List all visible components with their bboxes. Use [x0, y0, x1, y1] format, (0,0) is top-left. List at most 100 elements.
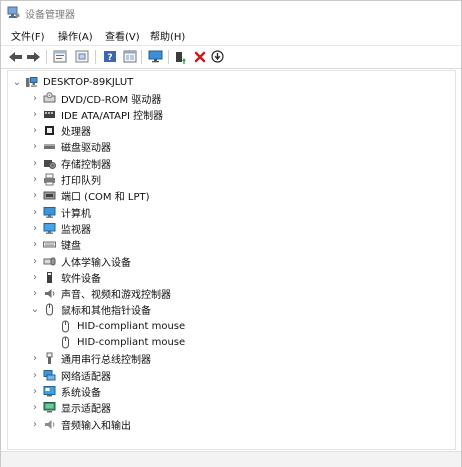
tree-category-item[interactable]: › 人体学输入设备: [30, 253, 131, 269]
view-icon[interactable]: [121, 48, 138, 65]
tree-category-item[interactable]: › 键盘: [30, 237, 81, 253]
tree-category-item[interactable]: › DVD/CD-ROM 驱动器: [30, 90, 161, 106]
expand-chevron-icon[interactable]: ›: [30, 351, 40, 367]
toolbar-separator: [168, 50, 169, 64]
usb-icon: [43, 352, 56, 365]
mouse-device-icon: [59, 336, 72, 349]
tree-category-label: IDE ATA/ATAPI 控制器: [61, 110, 164, 122]
expand-chevron-icon[interactable]: ›: [30, 253, 40, 269]
tree-category-label: 处理器: [61, 127, 91, 139]
keyboard-icon: [43, 238, 56, 251]
expand-chevron-icon[interactable]: ›: [30, 383, 40, 399]
expand-chevron-icon[interactable]: ›: [30, 204, 40, 220]
tree-category-item[interactable]: › 声音、视频和游戏控制器: [30, 286, 171, 302]
expand-chevron-icon[interactable]: ›: [30, 123, 40, 139]
expand-chevron-icon[interactable]: ›: [30, 416, 40, 432]
audio-io-icon: [43, 418, 56, 431]
menu-view[interactable]: 查看(V): [105, 28, 140, 43]
menu-action[interactable]: 操作(A): [58, 28, 93, 43]
tree-root-label: DESKTOP-89KJLUT: [43, 76, 134, 88]
tree-category-item[interactable]: › 处理器: [30, 123, 91, 139]
uninstall-icon[interactable]: [191, 48, 208, 65]
tree-category-label: 鼠标和其他指针设备: [61, 306, 151, 318]
tree-category-label: 软件设备: [61, 273, 101, 285]
collapse-chevron-icon[interactable]: ⌄: [12, 74, 22, 90]
tree-category-item[interactable]: › 监视器: [30, 220, 91, 236]
tree-category-label: 声音、视频和游戏控制器: [61, 290, 171, 302]
expand-chevron-icon[interactable]: ›: [30, 155, 40, 171]
expand-chevron-icon[interactable]: ›: [30, 188, 40, 204]
toolbar-separator: [46, 50, 47, 64]
storage-controller-icon: [43, 157, 56, 170]
tree-device-label: HID-compliant mouse: [77, 337, 186, 348]
tree-category-item[interactable]: › 音频输入和输出: [30, 416, 131, 432]
expand-chevron-icon[interactable]: ›: [30, 269, 40, 285]
tree-category-item[interactable]: › IDE ATA/ATAPI 控制器: [30, 106, 163, 122]
show-hidden-icon[interactable]: [73, 48, 90, 65]
expand-chevron-icon[interactable]: ›: [30, 367, 40, 383]
tree-category-label: 存储控制器: [61, 159, 111, 171]
monitor-icon: [43, 222, 56, 235]
mouse-device-icon: [59, 320, 72, 333]
tree-category-item[interactable]: › 网络适配器: [30, 367, 111, 383]
tree-category-item[interactable]: › 通用串行总线控制器: [30, 351, 151, 367]
tree-category-label: 网络适配器: [61, 371, 111, 383]
menu-file[interactable]: 文件(F): [11, 28, 45, 43]
tree-category-item[interactable]: › 显示适配器: [30, 400, 111, 416]
tree-device-item[interactable]: HID-compliant mouse: [56, 335, 185, 351]
tree-category-item[interactable]: › 软件设备: [30, 269, 101, 285]
expand-chevron-icon[interactable]: ›: [30, 172, 40, 188]
back-icon[interactable]: [7, 48, 24, 65]
expand-chevron-icon[interactable]: ›: [30, 139, 40, 155]
expand-chevron-icon[interactable]: ›: [30, 286, 40, 302]
dvd-drive-icon: [43, 91, 56, 105]
tree-category-item[interactable]: › 存储控制器: [30, 155, 111, 171]
hid-icon: [43, 255, 56, 268]
tree-root[interactable]: ⌄ DESKTOP-89KJLUT: [12, 74, 133, 90]
tree-category-item[interactable]: › 磁盘驱动器: [30, 139, 111, 155]
device-manager-window: 设备管理器 文件(F) 操作(A) 查看(V) 帮助(H) ? ⌄ DESKTO…: [0, 0, 462, 467]
svg-text:?: ?: [107, 53, 112, 63]
tree-category-item[interactable]: › 打印队列: [30, 172, 101, 188]
tree-category-label: 显示适配器: [61, 404, 111, 416]
ide-controller-icon: [43, 108, 56, 121]
tree-category-label: 端口 (COM 和 LPT): [61, 192, 150, 204]
tree-category-item[interactable]: ⌄ 鼠标和其他指针设备: [30, 302, 151, 318]
tree-category-label: 磁盘驱动器: [61, 143, 111, 155]
tree-category-item[interactable]: › 端口 (COM 和 LPT): [30, 188, 150, 204]
help-icon[interactable]: ?: [101, 48, 118, 65]
toolbar-separator: [141, 50, 142, 64]
expand-chevron-icon[interactable]: ›: [30, 400, 40, 416]
properties-icon[interactable]: [51, 48, 68, 65]
tree-category-label: 通用串行总线控制器: [61, 355, 151, 367]
menu-help[interactable]: 帮助(H): [150, 28, 185, 43]
tree-device-item[interactable]: HID-compliant mouse: [56, 318, 185, 334]
disable-icon[interactable]: [209, 48, 226, 65]
tree-category-label: DVD/CD-ROM 驱动器: [61, 94, 162, 106]
printer-icon: [43, 173, 56, 186]
tree-category-label: 键盘: [61, 241, 81, 253]
computer-root-icon: [25, 76, 38, 89]
forward-icon[interactable]: [25, 48, 42, 65]
tree-category-label: 打印队列: [61, 176, 101, 187]
disk-drive-icon: [43, 140, 56, 153]
collapse-chevron-icon[interactable]: ⌄: [30, 302, 40, 318]
device-manager-app-icon: [7, 6, 20, 19]
expand-chevron-icon[interactable]: ›: [30, 90, 40, 106]
tree-category-label: 计算机: [61, 208, 91, 220]
expand-chevron-icon[interactable]: ›: [30, 237, 40, 253]
expand-chevron-icon[interactable]: ›: [30, 106, 40, 122]
tree-category-label: 监视器: [61, 224, 91, 236]
expand-chevron-icon[interactable]: ›: [30, 220, 40, 236]
tree-category-item[interactable]: › 系统设备: [30, 383, 101, 399]
network-adapter-icon: [43, 369, 56, 382]
update-driver-icon[interactable]: [172, 48, 189, 65]
tree-category-label: 音频输入和输出: [61, 420, 131, 432]
toolbar: ?: [1, 45, 461, 69]
software-device-icon: [43, 271, 56, 284]
system-device-icon: [43, 385, 56, 398]
computer-icon: [43, 206, 56, 219]
monitor-scan-icon[interactable]: [147, 48, 164, 65]
menu-bar: 文件(F) 操作(A) 查看(V) 帮助(H): [1, 27, 461, 44]
tree-category-item[interactable]: › 计算机: [30, 204, 91, 220]
